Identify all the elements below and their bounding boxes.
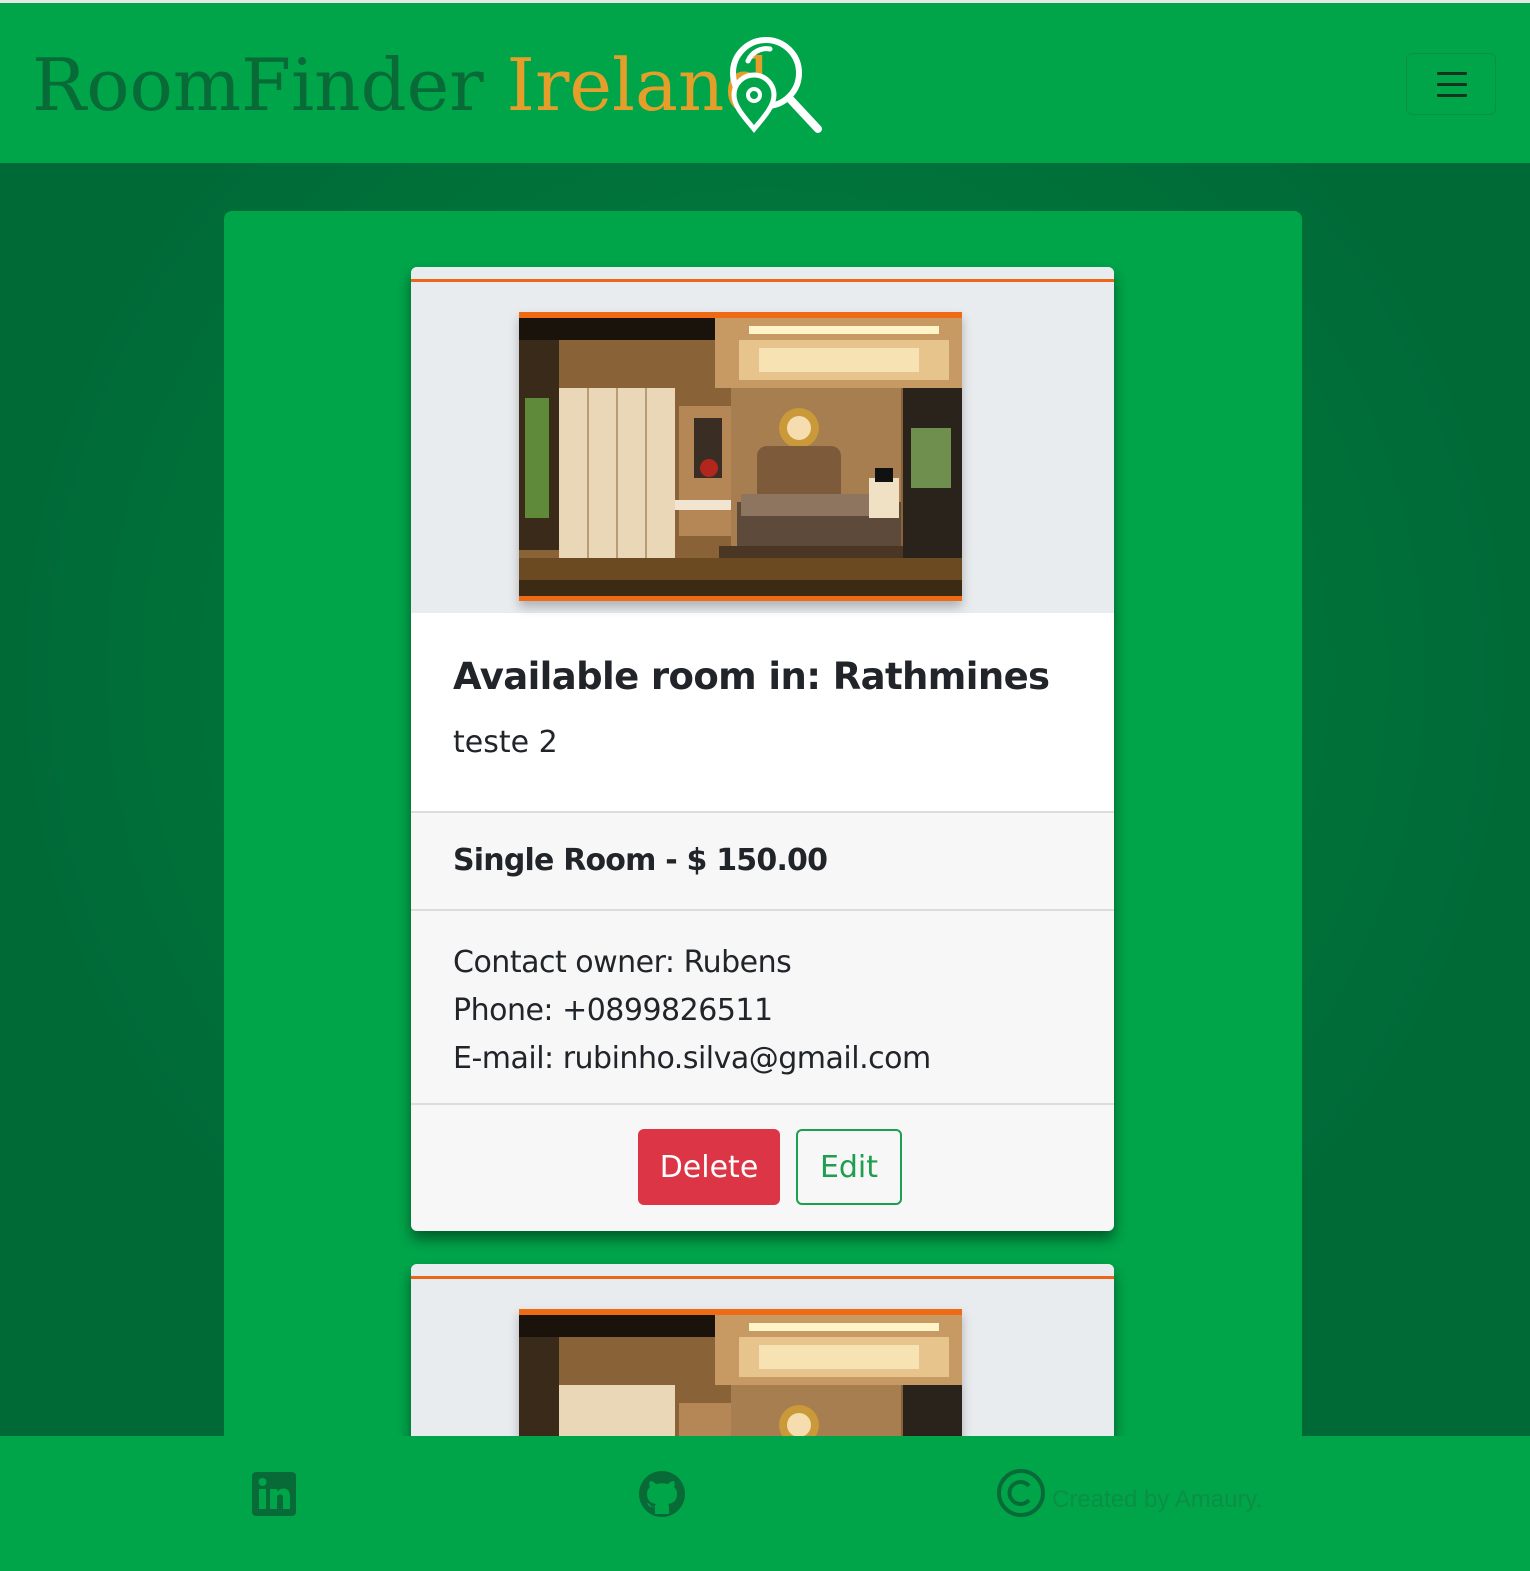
delete-button[interactable]: Delete — [638, 1129, 780, 1205]
copyright-icon — [997, 1469, 1045, 1517]
card-body: Available room in: Rathmines teste 2 — [411, 613, 1114, 813]
price-row: Single Room - $ 150.00 — [411, 813, 1114, 911]
card-image-area — [411, 267, 1114, 613]
listing-title: Available room in: Rathmines — [453, 655, 1050, 698]
contact-phone: Phone: +0899826511 — [453, 993, 773, 1028]
footer-credit: Created by Amaury. — [1052, 1486, 1263, 1513]
card-image-area — [411, 1264, 1114, 1436]
room-card — [411, 1264, 1114, 1436]
hamburger-line — [1437, 94, 1467, 97]
contact-section: Contact owner: Rubens Phone: +0899826511… — [411, 911, 1114, 1105]
card-accent-line — [411, 1276, 1114, 1279]
hamburger-line — [1437, 83, 1467, 86]
brand-title[interactable]: RoomFinder Ireland — [32, 43, 770, 127]
card-actions: Delete Edit — [411, 1105, 1114, 1231]
contact-email: E-mail: rubinho.silva@gmail.com — [453, 1041, 931, 1076]
hamburger-menu-icon — [1437, 72, 1467, 75]
room-card: Available room in: Rathmines teste 2 Sin… — [411, 267, 1114, 1231]
github-icon[interactable] — [638, 1470, 686, 1518]
location-search-icon — [730, 37, 822, 134]
card-accent-line — [411, 279, 1114, 282]
listings-panel: Available room in: Rathmines teste 2 Sin… — [224, 211, 1302, 1436]
brand-part-roomfinder: RoomFinder — [32, 43, 484, 127]
listing-description: teste 2 — [453, 725, 558, 760]
navbar: RoomFinder Ireland — [0, 3, 1530, 163]
edit-button[interactable]: Edit — [796, 1129, 902, 1205]
listing-price: Single Room - $ 150.00 — [453, 843, 828, 878]
navbar-toggler-button[interactable] — [1406, 53, 1496, 115]
contact-owner: Contact owner: Rubens — [453, 945, 792, 980]
footer: Created by Amaury. — [0, 1436, 1530, 1571]
room-image — [519, 1309, 962, 1436]
room-image — [519, 312, 962, 601]
linkedin-icon[interactable] — [252, 1472, 296, 1516]
